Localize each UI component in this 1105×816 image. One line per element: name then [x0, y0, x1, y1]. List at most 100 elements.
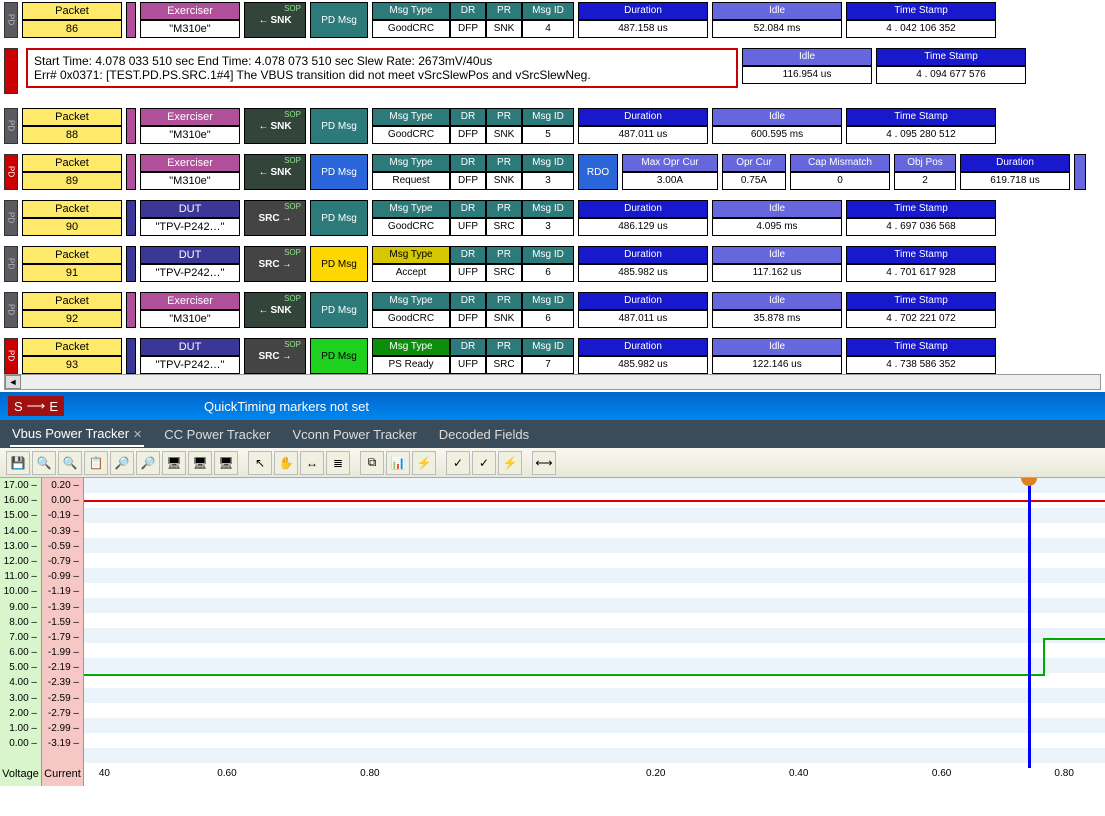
marker-handle-icon[interactable] — [1021, 478, 1037, 486]
toolbar-button-5[interactable]: 🔎 — [136, 451, 160, 475]
toolbar-button-8[interactable]: 🖥 — [214, 451, 238, 475]
toolbar-button-17[interactable]: ⚡ — [412, 451, 436, 475]
toolbar-button-4[interactable]: 🔎 — [110, 451, 134, 475]
tracker-tabs: Vbus Power Tracker✕ CC Power Tracker Vco… — [0, 420, 1105, 448]
direction-src: SOPSRC→ — [244, 338, 306, 374]
x-tick: 0.40 — [789, 768, 808, 779]
msg-block: Msg TypeRequest DRDFP PRSNK Msg ID3 — [372, 154, 574, 190]
current-tick: -0.39 – — [42, 524, 83, 539]
msgid-val: 4 — [522, 20, 574, 38]
voltage-tick: 9.00 – — [0, 600, 41, 615]
dut-stub — [126, 200, 136, 236]
rdo-badge: RDO — [578, 154, 618, 190]
current-tick: -3.19 – — [42, 736, 83, 751]
packet-row[interactable]: PD Packet92 Exerciser"M310e" SOP←SNK PD … — [4, 292, 1101, 328]
voltage-trace — [84, 500, 1105, 502]
pd-bar-error: PD — [4, 154, 18, 190]
pd-bar: PD — [4, 292, 18, 328]
chart-toolbar: 💾🔍🔍📋🔎🔎🖥🖥🖥↖✋↔≣⧉📊⚡✓✓⚡⟷ — [0, 448, 1105, 478]
current-tick: 0.20 – — [42, 478, 83, 493]
pr-val: SNK — [486, 20, 522, 38]
sop-label: SOP — [284, 4, 301, 13]
voltage-tick: 17.00 – — [0, 478, 41, 493]
x-tick: 0.20 — [646, 768, 665, 779]
timestamp-val: 4 . 042 106 352 — [846, 20, 996, 38]
current-tick: -0.19 – — [42, 508, 83, 523]
voltage-tick: 14.00 – — [0, 524, 41, 539]
time-marker[interactable] — [1028, 478, 1031, 768]
toolbar-button-20[interactable]: ✓ — [472, 451, 496, 475]
toolbar-button-3[interactable]: 📋 — [84, 451, 108, 475]
current-tick: -2.79 – — [42, 706, 83, 721]
toolbar-button-12[interactable]: ↔ — [300, 451, 324, 475]
current-tick: -0.59 – — [42, 539, 83, 554]
scroll-left-icon[interactable]: ◄ — [5, 375, 21, 389]
pdmsg-badge: PD Msg — [310, 200, 368, 236]
toolbar-button-16[interactable]: 📊 — [386, 451, 410, 475]
toolbar-button-1[interactable]: 🔍 — [32, 451, 56, 475]
toolbar-button-15[interactable]: ⧉ — [360, 451, 384, 475]
source-value: "M310e" — [140, 20, 240, 38]
toolbar-button-13[interactable]: ≣ — [326, 451, 350, 475]
pdmsg-badge: PD Msg — [310, 246, 368, 282]
current-tick: -2.99 – — [42, 721, 83, 736]
packet-row[interactable]: PD Packet 86 Exerciser "M310e" SOP ←SNK … — [4, 2, 1101, 38]
packet-row[interactable]: PD Packet93 DUT"TPV-P242…" SOPSRC→ PD Ms… — [4, 338, 1101, 374]
pdmsg-badge: PD Msg — [310, 292, 368, 328]
tab-decoded[interactable]: Decoded Fields — [437, 423, 531, 446]
close-icon[interactable]: ✕ — [133, 429, 142, 441]
exerciser-stub — [126, 2, 136, 38]
current-tick: 0.00 – — [42, 493, 83, 508]
toolbar-button-6[interactable]: 🖥 — [162, 451, 186, 475]
chart-plot[interactable] — [84, 478, 1105, 768]
packet-list: PD Packet 86 Exerciser "M310e" SOP ←SNK … — [0, 0, 1105, 392]
tab-vbus[interactable]: Vbus Power Tracker✕ — [10, 422, 144, 447]
tab-vconn[interactable]: Vconn Power Tracker — [290, 423, 418, 446]
exerciser-stub — [126, 292, 136, 328]
msg-block: Msg TypeGoodCRC DRDFP PRSNK Msg ID5 — [372, 108, 574, 144]
power-chart[interactable]: 17.00 –16.00 –15.00 –14.00 –13.00 –12.00… — [0, 478, 1105, 768]
voltage-tick: 12.00 – — [0, 554, 41, 569]
horizontal-scrollbar[interactable]: ◄ — [4, 374, 1101, 390]
direction-src: SOPSRC→ — [244, 200, 306, 236]
packet-row[interactable]: PD Packet90 DUT"TPV-P242…" SOPSRC→ PD Ms… — [4, 200, 1101, 236]
packet-row[interactable]: PD Packet91 DUT"TPV-P242…" SOPSRC→ PD Ms… — [4, 246, 1101, 282]
pd-bar: PD — [4, 246, 18, 282]
msg-block: Msg TypeGoodCRC DRDFP PRSNK Msg ID4 — [372, 2, 574, 38]
current-tick: -1.99 – — [42, 645, 83, 660]
toolbar-button-19[interactable]: ✓ — [446, 451, 470, 475]
idle-val: 52.084 ms — [712, 20, 842, 38]
current-tick: -1.79 – — [42, 630, 83, 645]
current-trace — [84, 674, 1045, 676]
voltage-tick: 8.00 – — [0, 615, 41, 630]
error-box: Start Time: 4.078 033 510 sec End Time: … — [26, 48, 738, 88]
tab-cc[interactable]: CC Power Tracker — [162, 423, 272, 446]
toolbar-button-2[interactable]: 🔍 — [58, 451, 82, 475]
voltage-tick: 3.00 – — [0, 691, 41, 706]
voltage-tick: 7.00 – — [0, 630, 41, 645]
toolbar-button-21[interactable]: ⚡ — [498, 451, 522, 475]
toolbar-button-10[interactable]: ↖ — [248, 451, 272, 475]
current-trace-step — [1045, 638, 1105, 640]
voltage-tick: 10.00 – — [0, 584, 41, 599]
voltage-tick: 5.00 – — [0, 660, 41, 675]
arrow-icon: ⟶ — [27, 398, 46, 414]
toolbar-button-23[interactable]: ⟷ — [532, 451, 556, 475]
pd-bar: PD — [4, 108, 18, 144]
pdmsg-badge: PD Msg — [310, 2, 368, 38]
toolbar-button-11[interactable]: ✋ — [274, 451, 298, 475]
current-tick: -0.99 – — [42, 569, 83, 584]
direction-snk: SOP←SNK — [244, 154, 306, 190]
current-tick: -2.19 – — [42, 660, 83, 675]
voltage-tick: 6.00 – — [0, 645, 41, 660]
voltage-tick: 13.00 – — [0, 539, 41, 554]
packet-row[interactable]: PD Packet88 Exerciser"M310e" SOP←SNK PD … — [4, 108, 1101, 144]
packet-row[interactable]: PD Packet89 Exerciser"M310e" SOP←SNK PD … — [4, 154, 1101, 190]
toolbar-button-7[interactable]: 🖥 — [188, 451, 212, 475]
current-axis-label: Current — [42, 768, 84, 786]
current-tick: -2.59 – — [42, 691, 83, 706]
voltage-tick: 2.00 – — [0, 706, 41, 721]
overflow-stub — [1074, 154, 1086, 190]
packet-header: Packet — [22, 2, 122, 20]
toolbar-button-0[interactable]: 💾 — [6, 451, 30, 475]
